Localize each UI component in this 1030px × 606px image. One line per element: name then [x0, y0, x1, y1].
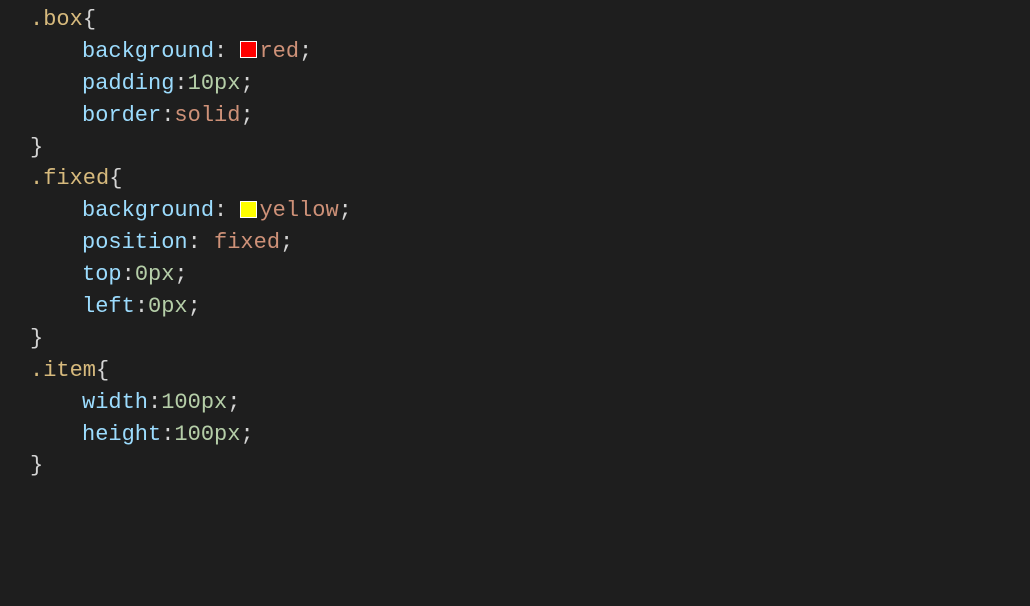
- css-value: yellow: [259, 198, 338, 223]
- code-line: top:0px;: [30, 259, 1030, 291]
- css-property: left: [82, 294, 135, 319]
- color-swatch-icon[interactable]: [240, 201, 257, 218]
- code-line: .item{: [30, 355, 1030, 387]
- css-number: 0: [148, 294, 161, 319]
- open-brace: {: [83, 7, 96, 32]
- css-number: 100: [161, 390, 201, 415]
- css-property: position: [82, 230, 188, 255]
- code-line: }: [30, 450, 1030, 482]
- close-brace: }: [30, 453, 43, 478]
- code-line: .box{: [30, 4, 1030, 36]
- close-brace: }: [30, 135, 43, 160]
- code-line: .fixed{: [30, 163, 1030, 195]
- css-property: border: [82, 103, 161, 128]
- open-brace: {: [96, 358, 109, 383]
- close-brace: }: [30, 326, 43, 351]
- code-line: }: [30, 323, 1030, 355]
- css-property: background: [82, 198, 214, 223]
- code-line: padding:10px;: [30, 68, 1030, 100]
- css-selector: .item: [30, 358, 96, 383]
- css-value: fixed: [214, 230, 280, 255]
- code-line: left:0px;: [30, 291, 1030, 323]
- css-property: top: [82, 262, 122, 287]
- code-line: height:100px;: [30, 419, 1030, 451]
- css-number: 10: [188, 71, 214, 96]
- code-line: border:solid;: [30, 100, 1030, 132]
- code-line: }: [30, 132, 1030, 164]
- css-value: red: [259, 39, 299, 64]
- code-line: width:100px;: [30, 387, 1030, 419]
- css-number: 0: [135, 262, 148, 287]
- css-value: solid: [174, 103, 240, 128]
- css-property: width: [82, 390, 148, 415]
- color-swatch-icon[interactable]: [240, 41, 257, 58]
- code-line: position: fixed;: [30, 227, 1030, 259]
- open-brace: {: [109, 166, 122, 191]
- css-selector: .fixed: [30, 166, 109, 191]
- css-property: background: [82, 39, 214, 64]
- css-selector: .box: [30, 7, 83, 32]
- code-line: background: red;: [30, 36, 1030, 68]
- code-line: background: yellow;: [30, 195, 1030, 227]
- css-property: height: [82, 422, 161, 447]
- code-editor[interactable]: .box{ background: red; padding:10px; bor…: [0, 0, 1030, 482]
- css-property: padding: [82, 71, 174, 96]
- css-number: 100: [174, 422, 214, 447]
